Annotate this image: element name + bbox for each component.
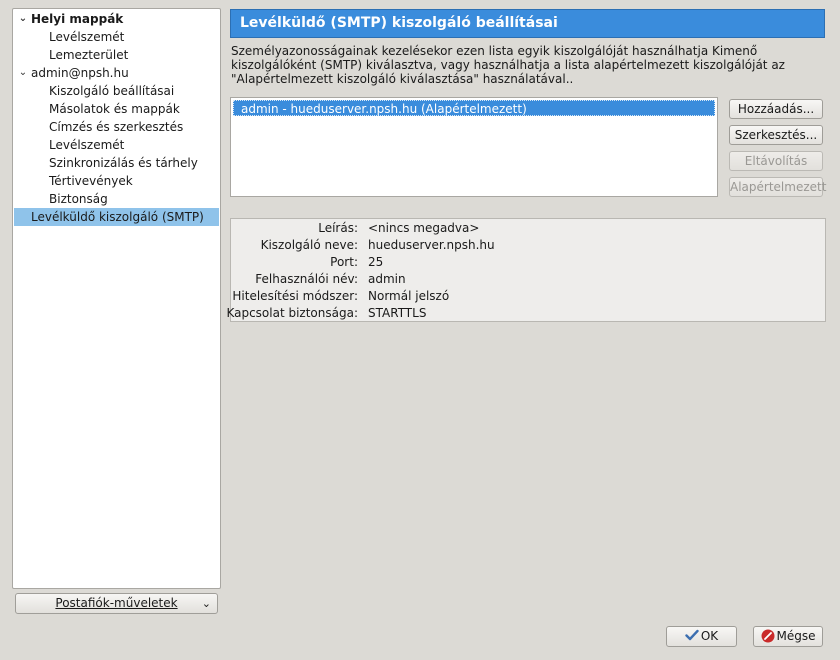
tree-item-account[interactable]: ⌄ admin@npsh.hu [13, 64, 220, 82]
detail-row-security: Kapcsolat biztonsága: STARTTLS [226, 305, 825, 322]
detail-label: Kapcsolat biztonsága: [226, 306, 358, 320]
checkmark-icon [685, 629, 699, 641]
tree-item-label: Kiszolgáló beállításai [49, 84, 175, 98]
tree-item-label: Levélküldő kiszolgáló (SMTP) [31, 210, 204, 224]
page-title: Levélküldő (SMTP) kiszolgáló beállításai [230, 9, 825, 38]
account-tree[interactable]: ⌄ Helyi mappák Levélszemét Lemezterület … [12, 8, 221, 589]
detail-row-server-name: Kiszolgáló neve: hueduserver.npsh.hu [231, 237, 825, 254]
chevron-down-icon[interactable]: ⌄ [18, 10, 28, 28]
detail-value: hueduserver.npsh.hu [368, 238, 495, 252]
remove-button-label: Eltávolítás [744, 154, 808, 168]
panel-description: Személyazonosságainak kezelésekor ezen l… [231, 44, 785, 86]
tree-item-local-folders[interactable]: ⌄ Helyi mappák [13, 10, 220, 28]
tree-item-server-settings[interactable]: Kiszolgáló beállításai [13, 82, 220, 100]
detail-value: <nincs megadva> [368, 221, 480, 235]
tree-item-label: Levélszemét [49, 138, 125, 152]
tree-item-label: admin@npsh.hu [31, 66, 129, 80]
detail-label: Leírás: [318, 221, 358, 235]
detail-label: Felhasználói név: [255, 272, 358, 286]
cancel-button[interactable]: Mégse [753, 626, 823, 647]
edit-button-label: Szerkesztés... [734, 128, 818, 142]
chevron-down-icon[interactable]: ⌄ [18, 64, 28, 82]
add-button-label: Hozzáadás... [737, 102, 815, 116]
set-default-button[interactable]: Alapértelmezett [729, 177, 827, 197]
server-details: Leírás: <nincs megadva> Kiszolgáló neve:… [226, 218, 826, 322]
tree-item-label: Szinkronizálás és tárhely [49, 156, 198, 170]
account-actions-dropdown[interactable]: Postafiók-műveletek ⌄ [15, 593, 218, 614]
detail-row-port: Port: 25 [231, 254, 825, 271]
detail-label: Port: [330, 255, 358, 269]
detail-value: Normál jelszó [368, 289, 450, 303]
chevron-down-icon: ⌄ [201, 597, 211, 610]
account-settings-window: ⌄ Helyi mappák Levélszemét Lemezterület … [0, 0, 840, 660]
tree-item-composition[interactable]: Címzés és szerkesztés [13, 118, 220, 136]
tree-item-junk[interactable]: Levélszemét [13, 136, 220, 154]
tree-item-receipts[interactable]: Tértivevények [13, 172, 220, 190]
list-item[interactable]: admin - hueduserver.npsh.hu (Alapértelme… [233, 100, 715, 116]
tree-item-label: Címzés és szerkesztés [49, 120, 184, 134]
tree-item-smtp[interactable]: Levélküldő kiszolgáló (SMTP) [14, 208, 219, 226]
detail-value: STARTTLS [368, 306, 427, 320]
smtp-server-list[interactable]: admin - hueduserver.npsh.hu (Alapértelme… [230, 97, 718, 197]
ok-button[interactable]: OK [666, 626, 737, 647]
account-actions-label: Postafiók-műveletek [55, 596, 178, 610]
tree-item-label: Tértivevények [49, 174, 133, 188]
detail-row-description: Leírás: <nincs megadva> [231, 220, 825, 237]
edit-button[interactable]: Szerkesztés... [729, 125, 823, 145]
detail-label: Kiszolgáló neve: [260, 238, 358, 252]
detail-label: Hitelesítési módszer: [232, 289, 358, 303]
tree-item-sync-storage[interactable]: Szinkronizálás és tárhely [13, 154, 220, 172]
tree-item-copies-folders[interactable]: Másolatok és mappák [13, 100, 220, 118]
detail-row-username: Felhasználói név: admin [231, 271, 825, 288]
tree-item-label: Lemezterület [49, 48, 129, 62]
tree-item-label: Helyi mappák [31, 12, 124, 26]
tree-item-security[interactable]: Biztonság [13, 190, 220, 208]
cancel-icon [761, 629, 774, 643]
tree-item-local-junk[interactable]: Levélszemét [13, 28, 220, 46]
ok-button-label: OK [700, 629, 719, 643]
tree-item-label: Másolatok és mappák [49, 102, 180, 116]
tree-item-label: Biztonság [49, 192, 108, 206]
tree-item-disk-space[interactable]: Lemezterület [13, 46, 220, 64]
cancel-button-label: Mégse [776, 629, 816, 643]
tree-item-label: Levélszemét [49, 30, 125, 44]
add-button[interactable]: Hozzáadás... [729, 99, 823, 119]
detail-value: 25 [368, 255, 384, 269]
set-default-button-label: Alapértelmezett [730, 180, 827, 194]
remove-button[interactable]: Eltávolítás [729, 151, 823, 171]
detail-value: admin [368, 272, 406, 286]
detail-row-auth-method: Hitelesítési módszer: Normál jelszó [231, 288, 825, 305]
